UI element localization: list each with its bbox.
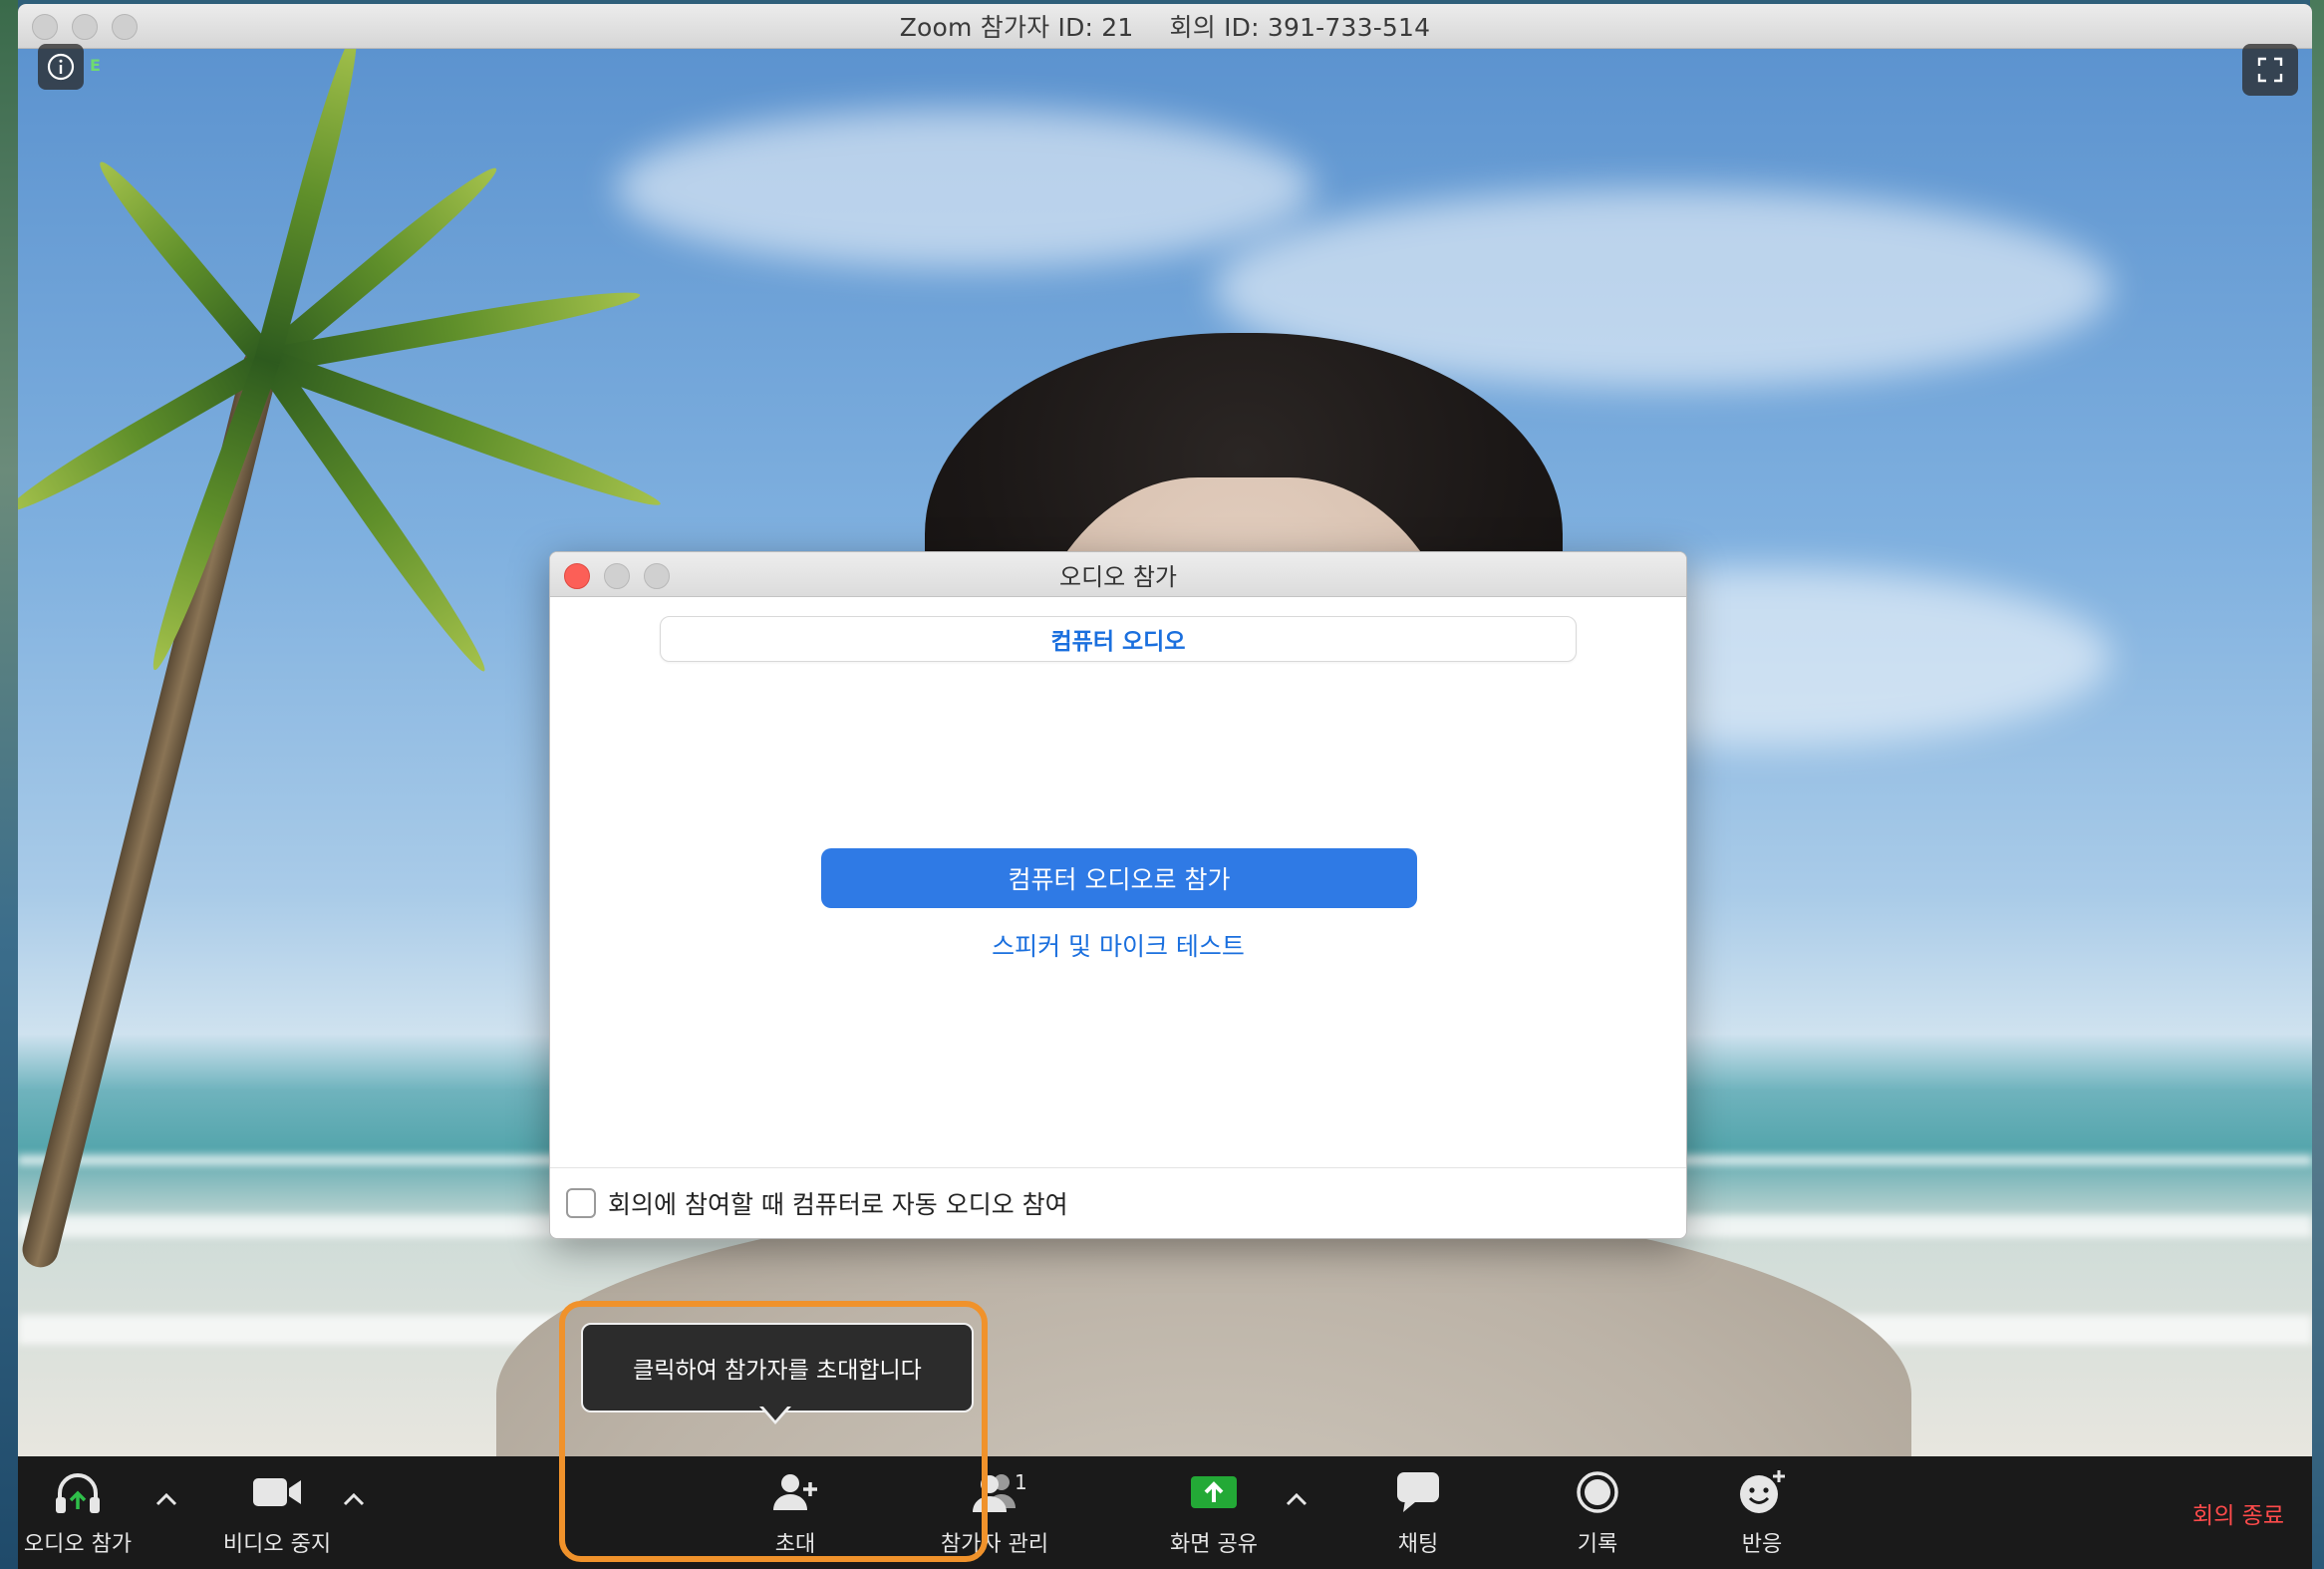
dialog-minimize-button[interactable] xyxy=(604,563,630,589)
share-label: 화면 공유 xyxy=(1170,1532,1258,1557)
reaction-smiley-icon xyxy=(1732,1466,1792,1518)
palm-frond xyxy=(90,154,277,370)
meeting-toolbar: 오디오 참가 비디오 중지 초대 참가자 관리 1 화면 공유 채팅 기록 반응… xyxy=(18,1456,2312,1569)
record-button[interactable]: 기록 xyxy=(1548,1466,1647,1558)
window-title: Zoom 참가자 ID: 21 회의 ID: 391-733-514 xyxy=(882,8,1449,44)
cloud xyxy=(616,109,1313,268)
highlight-annotation-box xyxy=(559,1301,988,1562)
caret-up-icon xyxy=(155,1492,177,1506)
window-titlebar[interactable]: Zoom 참가자 ID: 21 회의 ID: 391-733-514 xyxy=(18,4,2312,49)
dialog-window-controls xyxy=(564,563,670,589)
video-label: 비디오 중지 xyxy=(222,1532,332,1557)
fullscreen-icon xyxy=(2257,57,2283,83)
dialog-title: 오디오 참가 xyxy=(1058,562,1178,591)
share-screen-icon xyxy=(1184,1466,1244,1518)
end-meeting-button[interactable]: 회의 종료 xyxy=(2192,1496,2284,1530)
join-with-computer-audio-button[interactable]: 컴퓨터 오디오로 참가 xyxy=(821,848,1417,908)
zoom-window-button[interactable] xyxy=(112,14,138,40)
info-icon xyxy=(47,53,75,81)
join-audio-button[interactable]: 오디오 참가 xyxy=(18,1466,138,1558)
video-options-caret[interactable] xyxy=(339,1484,369,1514)
audio-label: 오디오 참가 xyxy=(23,1532,133,1557)
test-speaker-mic-link: 스피커 및 마이크 테스트 xyxy=(550,927,1686,963)
close-window-button[interactable] xyxy=(32,14,58,40)
dialog-titlebar[interactable]: 오디오 참가 xyxy=(550,552,1686,597)
dialog-zoom-button[interactable] xyxy=(644,563,670,589)
dialog-close-button[interactable] xyxy=(564,563,590,589)
minimize-window-button[interactable] xyxy=(72,14,98,40)
participants-count: 1 xyxy=(1015,1470,1027,1494)
encryption-badge: E xyxy=(90,56,101,75)
video-camera-icon xyxy=(247,1466,307,1518)
auto-join-audio-label[interactable]: 회의에 참여할 때 컴퓨터로 자동 오디오 참여 xyxy=(608,1185,1068,1221)
meeting-info-button[interactable] xyxy=(38,44,84,90)
chat-button[interactable]: 채팅 xyxy=(1368,1466,1468,1558)
tab-computer-audio[interactable]: 컴퓨터 오디오 xyxy=(660,616,1577,662)
stop-video-button[interactable]: 비디오 중지 xyxy=(202,1466,352,1558)
record-label: 기록 xyxy=(1577,1532,1618,1557)
audio-options-caret[interactable] xyxy=(151,1484,181,1514)
record-icon xyxy=(1568,1466,1627,1518)
chat-bubble-icon xyxy=(1388,1466,1448,1518)
window-controls xyxy=(32,14,138,40)
chat-label: 채팅 xyxy=(1397,1532,1439,1557)
join-audio-dialog: 오디오 참가 컴퓨터 오디오 컴퓨터 오디오로 참가 스피커 및 마이크 테스트… xyxy=(549,551,1687,1239)
dialog-footer: 회의에 참여할 때 컴퓨터로 자동 오디오 참여 xyxy=(550,1167,1686,1238)
caret-up-icon xyxy=(1286,1492,1307,1506)
auto-join-audio-checkbox[interactable] xyxy=(566,1188,596,1218)
share-options-caret[interactable] xyxy=(1282,1484,1311,1514)
fullscreen-button[interactable] xyxy=(2242,44,2298,96)
share-screen-button[interactable]: 화면 공유 xyxy=(1144,1466,1284,1558)
test-speaker-mic-link-text[interactable]: 스피커 및 마이크 테스트 xyxy=(992,932,1245,961)
caret-up-icon xyxy=(343,1492,365,1506)
desktop-background-left xyxy=(0,0,18,1569)
reactions-label: 반응 xyxy=(1741,1532,1783,1557)
desktop-background-right xyxy=(2310,0,2324,1569)
participant-id-title: Zoom 참가자 ID: 21 xyxy=(899,13,1134,42)
meeting-id-title: 회의 ID: 391-733-514 xyxy=(1169,13,1431,42)
reactions-button[interactable]: 반응 xyxy=(1712,1466,1812,1558)
headphones-icon xyxy=(48,1466,108,1518)
